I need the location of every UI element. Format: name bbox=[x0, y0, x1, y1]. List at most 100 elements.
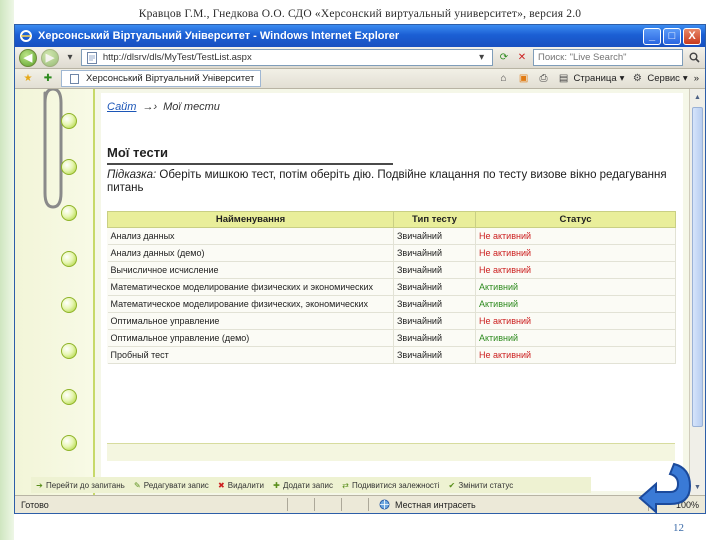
zone-label: Местная интрасеть bbox=[395, 499, 476, 510]
stop-icon[interactable]: ✕ bbox=[515, 51, 529, 65]
add-favorite-icon[interactable]: ✚ bbox=[41, 72, 55, 86]
page-icon bbox=[86, 51, 99, 65]
column-header-type[interactable]: Тип тесту bbox=[393, 211, 476, 228]
page-content: Сайт →› Мої тести Мої тести Підказка: Об… bbox=[15, 89, 691, 497]
search-icon[interactable] bbox=[687, 51, 701, 65]
cell-name[interactable]: Оптимальное управление bbox=[107, 312, 394, 330]
cell-type[interactable]: Звичайний bbox=[393, 329, 476, 347]
url-dropdown-icon[interactable]: ▾ bbox=[475, 51, 488, 65]
close-button[interactable]: X bbox=[683, 27, 701, 45]
binder-ring-icon bbox=[61, 205, 77, 221]
action-button[interactable]: ✔ Змінити статус bbox=[447, 481, 514, 490]
slide-caption: Кравцов Г.М., Гнедкова О.О. СДО «Херсонс… bbox=[138, 8, 582, 20]
print-icon[interactable]: ⎙ bbox=[537, 72, 551, 86]
table-row[interactable]: Математическое моделирование физических,… bbox=[107, 295, 676, 313]
intranet-globe-icon bbox=[377, 498, 391, 512]
action-button[interactable]: ✚ Додати запис bbox=[272, 481, 333, 490]
scrollbar-thumb[interactable] bbox=[692, 107, 703, 427]
cell-type[interactable]: Звичайний bbox=[393, 295, 476, 313]
binder-ring-icon bbox=[61, 435, 77, 451]
cell-status[interactable]: Активний bbox=[475, 295, 676, 313]
back-button[interactable]: ◀ bbox=[19, 48, 37, 67]
binder-ring-icon bbox=[61, 251, 77, 267]
table-row[interactable]: Анализ данных Звичайний Не активний bbox=[107, 227, 676, 245]
action-label: Видалити bbox=[227, 480, 264, 490]
security-zone[interactable]: Местная интрасеть bbox=[371, 498, 646, 512]
cell-name[interactable]: Анализ данных (демо) bbox=[107, 244, 394, 262]
cell-name[interactable]: Математическое моделирование физических … bbox=[107, 278, 394, 296]
breadcrumb-home-link[interactable]: Сайт bbox=[107, 101, 136, 113]
action-button[interactable]: ⇄ Подивитися залежності bbox=[341, 481, 439, 490]
recent-pages-icon[interactable]: ▾ bbox=[63, 51, 77, 65]
cell-name[interactable]: Вычисличное исчисление bbox=[107, 261, 394, 279]
cell-name[interactable]: Математическое моделирование физических,… bbox=[107, 295, 394, 313]
status-ready-text: Готово bbox=[21, 499, 49, 510]
table-row[interactable]: Математическое моделирование физических … bbox=[107, 278, 676, 296]
action-button[interactable]: ✖ Видалити bbox=[217, 481, 264, 490]
more-tools-button[interactable]: » bbox=[694, 73, 699, 84]
cell-status[interactable]: Не активний bbox=[475, 261, 676, 279]
page-title: Мої тести bbox=[107, 145, 169, 160]
scroll-up-icon[interactable]: ▲ bbox=[692, 91, 703, 105]
paperclip-icon bbox=[43, 89, 63, 209]
page-icon bbox=[68, 72, 82, 86]
action-button[interactable]: ➔ Перейти до запитань bbox=[35, 481, 125, 490]
cell-type[interactable]: Звичайний bbox=[393, 346, 476, 364]
cell-status[interactable]: Не активний bbox=[475, 312, 676, 330]
favorites-star-icon[interactable]: ★ bbox=[21, 72, 35, 86]
vertical-scrollbar[interactable]: ▲ ▼ bbox=[689, 89, 705, 497]
ie-logo-icon bbox=[19, 29, 33, 43]
column-header-status[interactable]: Статус bbox=[475, 211, 676, 228]
delete-icon: ✖ bbox=[217, 480, 225, 490]
tools-menu[interactable]: ⚙ Сервис ▾ bbox=[630, 72, 688, 86]
table-row[interactable]: Оптимальное управление (демо) Звичайний Ак… bbox=[107, 329, 676, 347]
action-button[interactable]: ✎ Редагувати запис bbox=[133, 481, 209, 490]
cell-status[interactable]: Активний bbox=[475, 329, 676, 347]
binder-ring-icon bbox=[61, 113, 77, 129]
table-row[interactable]: Оптимальное управление Звичайний Не активн… bbox=[107, 312, 676, 330]
table-row[interactable]: Анализ данных (демо) Звичайний Не активний bbox=[107, 244, 676, 262]
refresh-icon[interactable]: ⟳ bbox=[497, 51, 511, 65]
cell-status[interactable]: Не активний bbox=[475, 346, 676, 364]
return-arrow-button[interactable] bbox=[636, 458, 694, 516]
tab-current-page[interactable]: Херсонський Віртуальний Університет bbox=[61, 70, 261, 87]
cell-status[interactable]: Активний bbox=[475, 278, 676, 296]
forward-button[interactable]: ▶ bbox=[41, 48, 59, 67]
table-body: Анализ данных Звичайний Не активний Анализ … bbox=[107, 227, 676, 364]
column-header-name[interactable]: Найменування bbox=[107, 211, 394, 228]
link-icon: ⇄ bbox=[342, 480, 349, 490]
hint-body: Оберіть мишкою тест, потім оберіть дію. … bbox=[107, 169, 667, 194]
url-input[interactable] bbox=[102, 52, 472, 63]
cell-type[interactable]: Звичайний bbox=[393, 227, 476, 245]
cell-type[interactable]: Звичайний bbox=[393, 312, 476, 330]
address-bar: ◀ ▶ ▾ ▾ ⟳ ✕ bbox=[15, 47, 705, 69]
arrow-right-icon: ➔ bbox=[36, 480, 43, 490]
minimize-button[interactable]: _ bbox=[643, 27, 661, 45]
binder-ring-icon bbox=[61, 343, 77, 359]
page-menu[interactable]: ▤ Страница ▾ bbox=[557, 72, 625, 86]
cell-type[interactable]: Звичайний bbox=[393, 261, 476, 279]
cell-type[interactable]: Звичайний bbox=[393, 278, 476, 296]
binder-ring-icon bbox=[61, 297, 77, 313]
action-toolbar: ➔ Перейти до запитань ✎ Редагувати запис ✖ Ви… bbox=[31, 477, 591, 493]
page-menu-icon: ▤ bbox=[558, 73, 569, 84]
cell-name[interactable]: Анализ данных bbox=[107, 227, 394, 245]
cell-status[interactable]: Не активний bbox=[475, 227, 676, 245]
cell-status[interactable]: Не активний bbox=[475, 244, 676, 262]
cell-name[interactable]: Оптимальное управление (демо) bbox=[107, 329, 394, 347]
chevron-down-icon: ▾ bbox=[682, 73, 688, 84]
maximize-button[interactable]: □ bbox=[663, 27, 681, 45]
cell-name[interactable]: Пробный тест bbox=[107, 346, 394, 364]
title-bar[interactable]: Херсонський Віртуальний Університет - Wi… bbox=[15, 25, 705, 47]
home-icon[interactable]: ⌂ bbox=[497, 72, 511, 86]
favorites-bar: ★ ✚ Херсонський Віртуальний Університет … bbox=[15, 69, 705, 89]
content-sheet: Сайт →› Мої тести Мої тести Підказка: Об… bbox=[101, 93, 683, 491]
search-input[interactable] bbox=[538, 52, 678, 63]
status-bar: Готово Местная интрасеть 100% bbox=[15, 495, 705, 513]
feeds-icon[interactable]: ▣ bbox=[517, 72, 531, 86]
url-field[interactable]: ▾ bbox=[81, 49, 493, 66]
table-row[interactable]: Пробный тест Звичайний Не активний bbox=[107, 346, 676, 364]
cell-type[interactable]: Звичайний bbox=[393, 244, 476, 262]
table-row[interactable]: Вычисличное исчисление Звичайний Не активн… bbox=[107, 261, 676, 279]
search-field[interactable] bbox=[533, 49, 683, 66]
